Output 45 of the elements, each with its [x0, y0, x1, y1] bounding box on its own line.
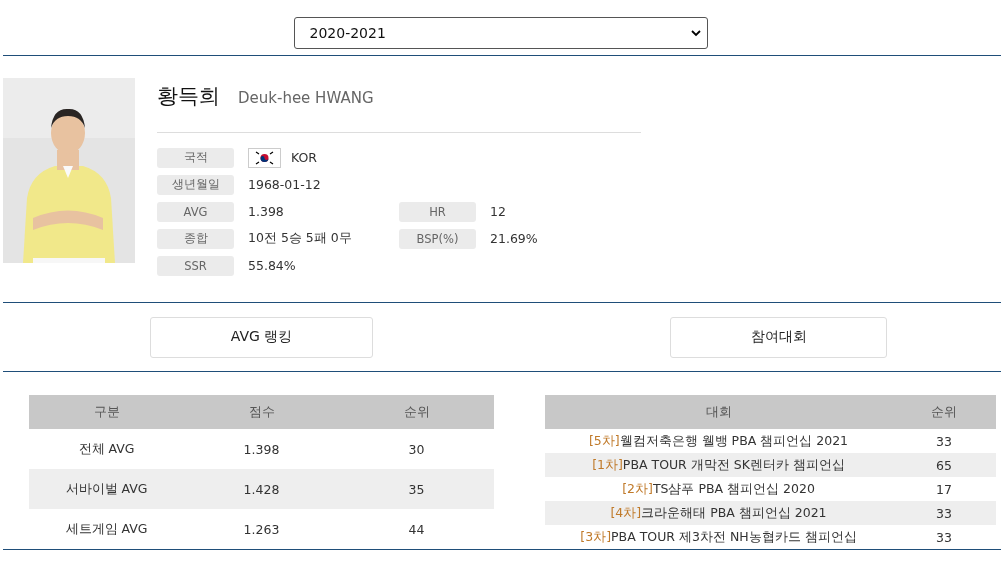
column-header: 순위 [339, 395, 494, 429]
event-link[interactable]: [4차]크라운해태 PBA 챔피언십 2021 [545, 501, 892, 525]
field-value: 21.69% [490, 231, 538, 246]
season-select[interactable]: 2020-2021 [293, 17, 708, 49]
field-label: 생년월일 [157, 174, 234, 195]
column-header: 구분 [29, 395, 184, 429]
player-name: 황득희 [157, 83, 220, 110]
column-header: 순위 [892, 395, 996, 429]
field-label: AVG [157, 201, 234, 222]
event-link[interactable]: [2차]TS샴푸 PBA 챔피언십 2020 [545, 477, 892, 501]
flag-icon [248, 147, 281, 168]
table-cell: 33 [892, 525, 996, 549]
table-cell: 1.398 [184, 429, 339, 469]
event-link[interactable]: [3차]PBA TOUR 제3차전 NH농협카드 챔피언십 [545, 525, 892, 549]
field-value: 10전 5승 5패 0무 [248, 230, 352, 247]
table-cell: 33 [892, 501, 996, 525]
table-cell: 1.428 [184, 469, 339, 509]
tab-button[interactable]: 참여대회 [670, 316, 887, 358]
field-label: SSR [157, 255, 234, 276]
table-cell: 35 [339, 469, 494, 509]
field-value: KOR [291, 150, 318, 165]
table-cell: 1.263 [184, 509, 339, 549]
table-cell: 17 [892, 477, 996, 501]
event-link[interactable]: [5차]웰컴저축은행 웰뱅 PBA 챔피언십 2021 [545, 429, 892, 453]
chevron-down-icon [690, 29, 701, 37]
table-cell: 33 [892, 429, 996, 453]
table-cell: 세트게임 AVG [29, 509, 184, 549]
field-label: 국적 [157, 147, 234, 168]
field-value: 12 [490, 204, 506, 219]
field-value: 1968-01-12 [248, 177, 321, 192]
table-cell: 44 [339, 509, 494, 549]
player-english-name: Deuk-hee HWANG [238, 89, 374, 107]
table-cell: 전체 AVG [29, 429, 184, 469]
field-value: 55.84% [248, 258, 296, 273]
table-cell: 65 [892, 453, 996, 477]
column-header: 대회 [545, 395, 892, 429]
field-label: HR [399, 201, 476, 222]
column-header: 점수 [184, 395, 339, 429]
field-label: BSP(%) [399, 228, 476, 249]
field-value: 1.398 [248, 204, 284, 219]
field-label: 종합 [157, 228, 234, 249]
tab-button[interactable]: AVG 랭킹 [150, 316, 373, 358]
table-cell: 서바이벌 AVG [29, 469, 184, 509]
event-link[interactable]: [1차]PBA TOUR 개막전 SK렌터카 챔피언십 [545, 453, 892, 477]
table-cell: 30 [339, 429, 494, 469]
